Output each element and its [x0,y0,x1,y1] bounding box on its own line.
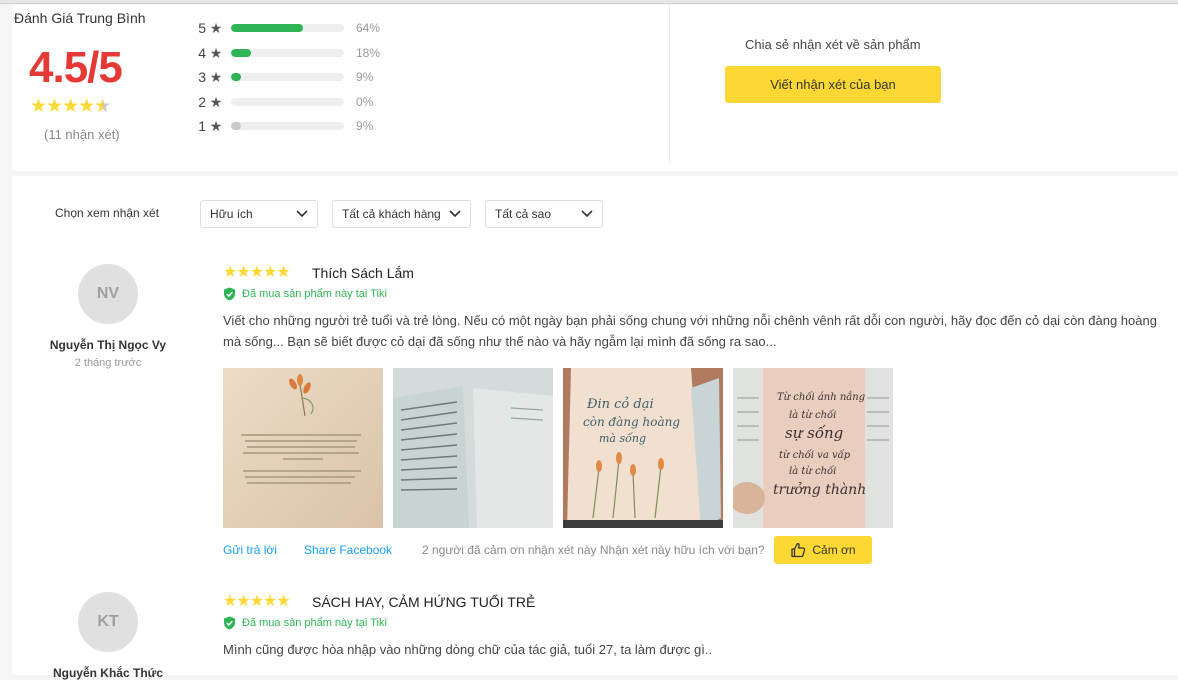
thanks-button[interactable]: Cảm ơn [774,536,872,564]
rating-row-3[interactable]: 3 ★ 9% [194,67,373,87]
rating-bar [231,24,344,32]
rating-bar-fill [231,122,242,130]
half-star-icon: ★ [94,96,111,117]
rating-bar [231,122,344,130]
chevron-down-icon [581,210,593,218]
customer-filter-select[interactable]: Tất cả khách hàng [332,200,471,228]
filter-label: Chọn xem nhận xét [55,206,160,220]
sort-select[interactable]: Hữu ích [200,200,318,228]
verified-text: Đã mua sản phẩm này tại Tiki [242,617,387,629]
svg-text:trưởng thành: trưởng thành [773,481,866,498]
star-icon: ★ [209,117,223,134]
share-prompt: Chia sẻ nhận xét về sản phẩm [745,37,921,52]
reviews-section: Chọn xem nhận xét Hữu ích Tất cả khách h… [12,176,1178,680]
average-stars: ★★★★★ [30,95,111,118]
helpful-text: 2 người đã cảm ơn nhận xét này Nhận xét … [422,543,765,557]
shield-check-icon [224,287,235,301]
review-photo[interactable]: Từ chối ánh nắng là từ chối sự sống từ c… [733,368,893,528]
reply-link[interactable]: Gửi trả lời [223,543,277,557]
chevron-down-icon [296,210,308,218]
rating-row-label: 1 [198,118,206,134]
average-score: 4.5/5 [29,43,123,92]
rating-row-label: 5 [198,20,206,36]
customer-filter-value: Tất cả khách hàng [342,207,441,221]
shield-check-icon [224,616,235,630]
write-review-button[interactable]: Viết nhận xét của bạn [725,66,941,103]
rating-percent: 0% [356,95,374,109]
review-count: (11 nhận xét) [44,127,120,142]
svg-text:Từ chối ánh nắng: Từ chối ánh nắng [777,391,865,403]
review-stars: ★★★★★ [223,264,291,281]
sort-select-value: Hữu ích [210,207,253,221]
thanks-button-label: Cảm ơn [812,543,856,557]
rating-summary: Đánh Giá Trung Bình 4.5/5 ★★★★★ (11 nhận… [12,5,1178,171]
rating-row-2[interactable]: 2 ★ 0% [194,92,373,112]
svg-text:từ chối va vấp: từ chối va vấp [779,450,851,461]
rating-row-1[interactable]: 1 ★ 9% [194,116,373,136]
review-photo[interactable]: Đin cỏ dại còn đàng hoàng mà sống [563,368,723,528]
svg-text:là từ chối: là từ chối [789,410,836,421]
rating-bar-fill [231,49,252,57]
rating-percent: 64% [356,21,381,35]
rating-bar [231,73,344,81]
verified-text: Đã mua sản phẩm này tại Tiki [242,288,387,300]
avatar: KT [78,592,138,652]
verified-purchase: Đã mua sản phẩm này tại Tiki [223,287,387,301]
avatar: NV [78,264,138,324]
star-icon: ★★★★ [30,96,95,117]
star-filter-value: Tất cả sao [495,207,552,221]
star-icon: ★ [209,19,223,36]
review-time: 2 tháng trước [74,357,142,369]
rating-bar [231,98,344,106]
rating-bar-fill [231,73,242,81]
average-rating-title: Đánh Giá Trung Bình [14,10,146,26]
review-author: Nguyễn Khắc Thức [52,666,164,680]
rating-row-5[interactable]: 5 ★ 64% [194,18,380,38]
rating-row-4[interactable]: 4 ★ 18% [194,43,380,63]
divider [669,5,670,165]
svg-text:là từ chối: là từ chối [789,466,836,477]
verified-purchase: Đã mua sản phẩm này tại Tiki [223,616,387,630]
rating-row-label: 2 [198,94,206,110]
thumbs-up-icon [791,542,806,558]
chevron-down-icon [449,210,461,218]
top-border [0,0,1178,4]
rating-percent: 9% [356,119,374,133]
rating-bar-fill [231,24,304,32]
svg-text:mà sống: mà sống [599,432,646,445]
star-icon: ★ [209,44,223,61]
star-filter-select[interactable]: Tất cả sao [485,200,603,228]
review-body: Mình cũng được hòa nhập vào những dòng c… [223,642,713,657]
svg-text:còn đàng hoàng: còn đàng hoàng [583,415,680,429]
svg-text:sự sống: sự sống [785,424,843,442]
review-stars: ★★★★★ [223,593,291,610]
share-facebook-link[interactable]: Share Facebook [304,543,392,557]
rating-percent: 9% [356,70,374,84]
rating-row-label: 3 [198,69,206,85]
rating-bar [231,49,344,57]
star-icon: ★ [209,68,223,85]
rating-percent: 18% [356,46,381,60]
review-body: Viết cho những người trẻ tuổi và trẻ lòn… [223,313,1157,349]
review-title: SÁCH HAY, CẢM HỨNG TUỔI TRẺ [312,594,536,610]
review-photo[interactable] [223,368,383,528]
rating-row-label: 4 [198,45,206,61]
review-author: Nguyễn Thị Ngọc Vy [49,338,167,352]
review-photo[interactable] [393,368,553,528]
star-icon: ★ [209,93,223,110]
svg-text:Đin cỏ dại: Đin cỏ dại [586,397,654,412]
review-title: Thích Sách Lắm [312,265,414,281]
